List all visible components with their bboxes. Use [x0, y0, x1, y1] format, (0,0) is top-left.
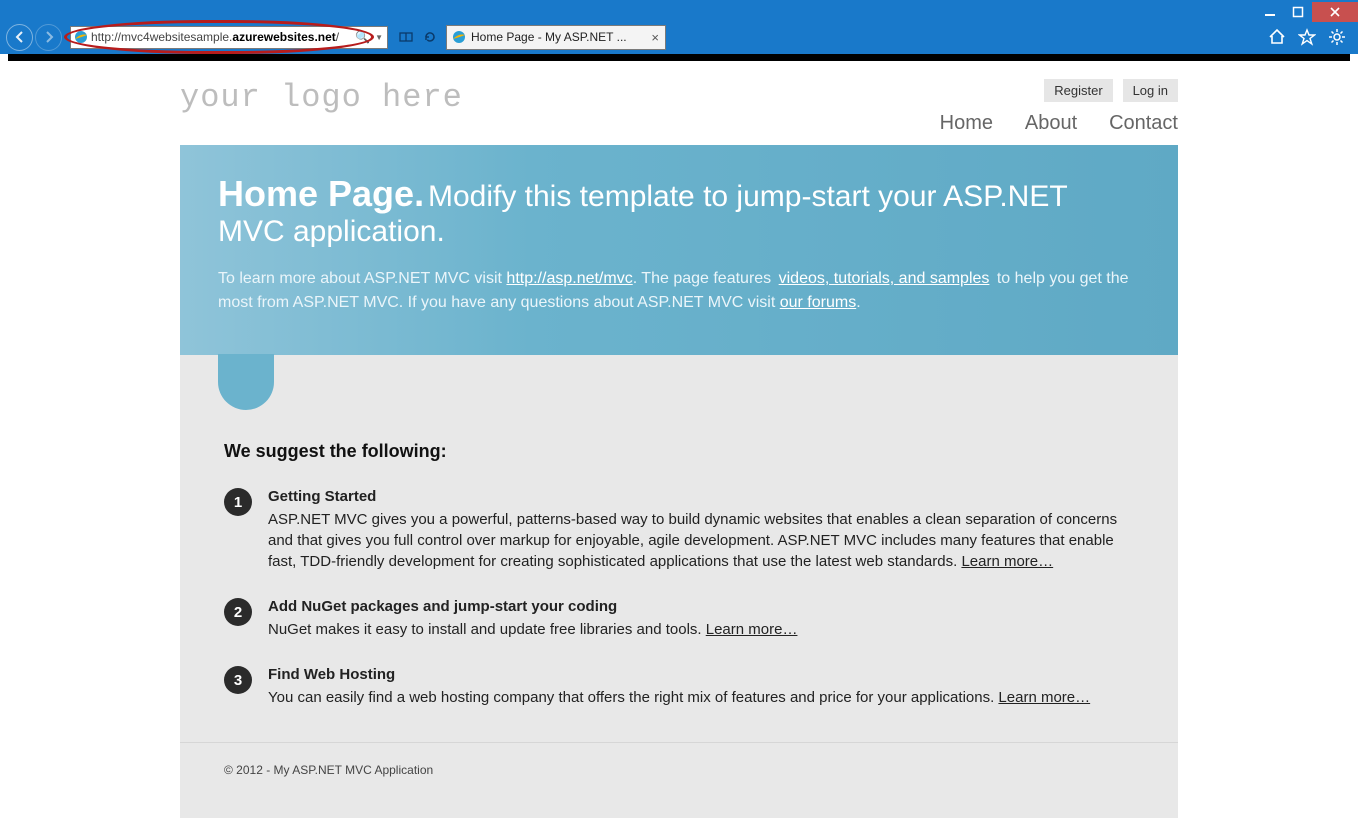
- tools-icon[interactable]: [1328, 28, 1346, 46]
- minimize-button[interactable]: [1256, 2, 1284, 22]
- address-text: http://mvc4websitesample.azurewebsites.n…: [91, 30, 352, 44]
- step-text: You can easily find a web hosting compan…: [268, 689, 998, 706]
- suggestions-heading: We suggest the following:: [224, 441, 1134, 462]
- step-title: Add NuGet packages and jump-start your c…: [268, 596, 1134, 617]
- maximize-button[interactable]: [1284, 2, 1312, 22]
- hero-tab-decoration: [218, 354, 274, 410]
- hero-title: Home Page.: [218, 173, 424, 214]
- close-button[interactable]: [1312, 2, 1358, 22]
- browser-nav-bar: http://mvc4websitesample.azurewebsites.n…: [0, 24, 1358, 54]
- ie-icon: [73, 29, 89, 45]
- forward-button[interactable]: [35, 24, 62, 51]
- menu-home[interactable]: Home: [940, 112, 993, 134]
- register-link[interactable]: Register: [1044, 79, 1112, 102]
- browser-tab[interactable]: Home Page - My ASP.NET ... ×: [446, 25, 666, 50]
- page-top-stripe: [8, 54, 1350, 61]
- suggestion-item: 3 Find Web Hosting You can easily find a…: [224, 664, 1134, 708]
- suggestion-item: 1 Getting Started ASP.NET MVC gives you …: [224, 486, 1134, 572]
- search-icon[interactable]: 🔍: [352, 30, 373, 44]
- refresh-button[interactable]: [422, 29, 438, 45]
- hero-link-samples[interactable]: videos, tutorials, and samples: [776, 269, 993, 288]
- favorites-icon[interactable]: [1298, 28, 1316, 46]
- address-dropdown-icon[interactable]: ▼: [373, 33, 385, 42]
- site-logo: your logo here: [180, 79, 912, 116]
- hero-paragraph: To learn more about ASP.NET MVC visit ht…: [218, 267, 1140, 315]
- step-title: Find Web Hosting: [268, 664, 1134, 685]
- step-title: Getting Started: [268, 486, 1134, 507]
- login-link[interactable]: Log in: [1123, 79, 1178, 102]
- learn-more-link[interactable]: Learn more…: [961, 553, 1053, 570]
- hero-banner: Home Page. Modify this template to jump-…: [180, 145, 1178, 355]
- learn-more-link[interactable]: Learn more…: [998, 689, 1090, 706]
- menu-about[interactable]: About: [1025, 112, 1077, 134]
- tab-close-icon[interactable]: ×: [649, 30, 661, 45]
- page-footer: © 2012 - My ASP.NET MVC Application: [180, 742, 1178, 797]
- compat-view-icon[interactable]: [398, 29, 414, 45]
- step-text: NuGet makes it easy to install and updat…: [268, 621, 706, 638]
- address-bar[interactable]: http://mvc4websitesample.azurewebsites.n…: [70, 26, 388, 49]
- step-number: 3: [224, 666, 252, 694]
- learn-more-link[interactable]: Learn more…: [706, 621, 798, 638]
- back-button[interactable]: [6, 24, 33, 51]
- step-number: 2: [224, 598, 252, 626]
- title-bar: [0, 0, 1358, 24]
- hero-link-aspnet[interactable]: http://asp.net/mvc: [506, 270, 632, 287]
- home-icon[interactable]: [1268, 28, 1286, 46]
- step-number: 1: [224, 488, 252, 516]
- ie-icon: [451, 29, 467, 45]
- menu-contact[interactable]: Contact: [1109, 112, 1178, 134]
- hero-link-forums[interactable]: our forums: [780, 294, 856, 311]
- main-menu: Home About Contact: [912, 112, 1178, 135]
- suggestion-item: 2 Add NuGet packages and jump-start your…: [224, 596, 1134, 640]
- tab-title: Home Page - My ASP.NET ...: [471, 30, 649, 44]
